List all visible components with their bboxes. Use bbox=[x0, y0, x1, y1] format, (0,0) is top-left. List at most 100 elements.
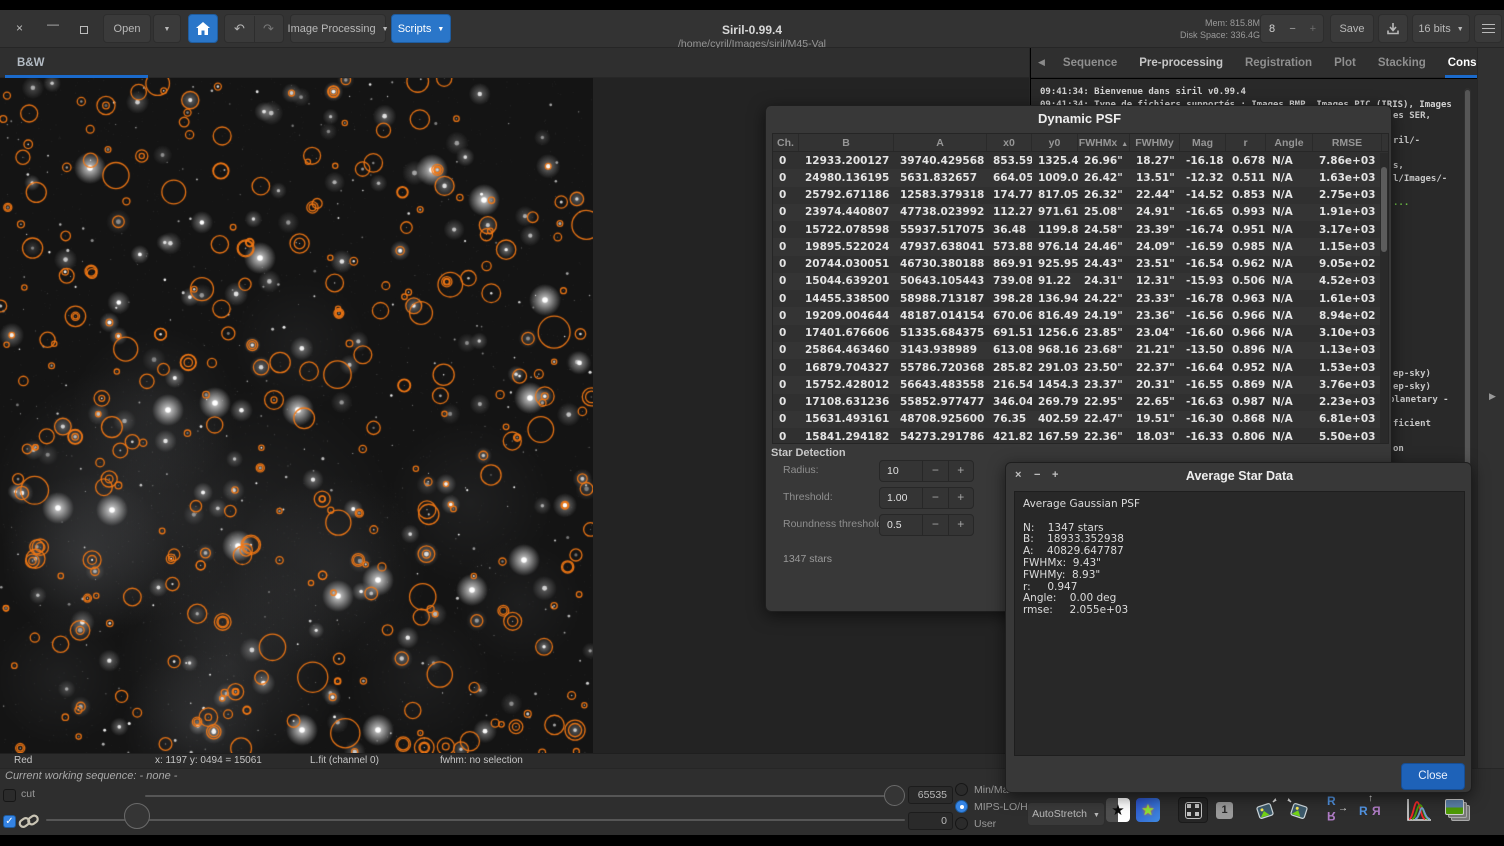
radio-circle[interactable] bbox=[955, 783, 968, 796]
image-list-button[interactable] bbox=[1445, 794, 1471, 826]
negative-view-button[interactable]: ★ bbox=[1106, 794, 1130, 826]
psf-cell: -16.56 bbox=[1186, 309, 1224, 322]
spin-button-roundness-threshold-[interactable]: 0.5− + bbox=[879, 514, 974, 536]
lo-value-input[interactable]: 0 bbox=[908, 812, 953, 830]
psf-table-row[interactable]: 0 15752.428012 56643.483558 216.54 1454.35 23… bbox=[773, 376, 1388, 394]
minus-icon[interactable]: − bbox=[922, 515, 947, 535]
psf-table-row[interactable]: 0 15841.294182 54273.291786 421.82 167.59 22.… bbox=[773, 428, 1388, 443]
psf-table-row[interactable]: 0 14455.338500 58988.713187 398.28 136.94 24.… bbox=[773, 290, 1388, 308]
psf-table-row[interactable]: 0 23974.440807 47738.023992 112.27 971.61 25.… bbox=[773, 203, 1388, 221]
cut-checkbox[interactable] bbox=[3, 789, 16, 802]
false-color-button[interactable]: ★ bbox=[1136, 794, 1160, 826]
radio-mips-lo-hi[interactable]: MIPS-LO/HI bbox=[955, 800, 1031, 813]
window-minimize-icon[interactable]: — bbox=[47, 17, 59, 31]
grid-view-button[interactable] bbox=[1178, 794, 1208, 826]
psf-column-header[interactable]: x0 bbox=[987, 134, 1032, 151]
scrollbar-thumb[interactable] bbox=[1381, 167, 1387, 252]
psf-column-header[interactable]: B bbox=[799, 134, 894, 151]
starfield-canvas[interactable] bbox=[0, 78, 593, 753]
psf-column-header[interactable]: Mag bbox=[1180, 134, 1226, 151]
close-button[interactable]: Close bbox=[1401, 763, 1465, 790]
radio-circle[interactable] bbox=[955, 817, 968, 830]
psf-column-header[interactable]: A bbox=[894, 134, 987, 151]
undo-icon[interactable]: ↶ bbox=[225, 21, 254, 37]
menu-button[interactable] bbox=[1474, 14, 1502, 43]
histogram-button[interactable] bbox=[1405, 794, 1433, 826]
psf-table-row[interactable]: 0 17108.631236 55852.977477 346.04 269.79 22.… bbox=[773, 393, 1388, 411]
tab-registration[interactable]: Registration bbox=[1234, 48, 1323, 78]
spin-value[interactable]: 10 bbox=[880, 461, 922, 481]
save-button[interactable]: Save bbox=[1330, 14, 1374, 43]
plus-icon[interactable]: + bbox=[947, 488, 973, 508]
psf-cell: 167.59 bbox=[1038, 430, 1078, 443]
rotate-left-button[interactable] bbox=[1251, 794, 1279, 826]
hi-value-input[interactable]: 65535 bbox=[908, 786, 953, 804]
plus-icon[interactable]: + bbox=[947, 461, 973, 481]
hi-slider[interactable] bbox=[145, 795, 885, 797]
psf-table-row[interactable]: 0 19895.522024 47937.638041 573.88 976.14 24.… bbox=[773, 238, 1388, 256]
psf-column-header[interactable]: r bbox=[1226, 134, 1266, 151]
frames-spinner[interactable]: 8 − + bbox=[1260, 14, 1324, 43]
pane-expand-icon[interactable]: ▶ bbox=[1489, 391, 1496, 402]
spin-button-threshold-[interactable]: 1.00− + bbox=[879, 487, 974, 509]
psf-table-row[interactable]: 0 25864.463460 3143.938989 613.08 968.16 23.6… bbox=[773, 341, 1388, 359]
minus-icon[interactable]: − bbox=[922, 461, 947, 481]
psf-column-header[interactable]: Ch. bbox=[773, 134, 799, 151]
bit-depth-button[interactable]: 16 bits ▼ bbox=[1412, 14, 1470, 43]
open-button[interactable]: Open bbox=[103, 14, 151, 43]
psf-table-row[interactable]: 0 16879.704327 55786.720368 285.82 291.03 23.… bbox=[773, 359, 1388, 377]
psf-table-scrollbar[interactable] bbox=[1380, 153, 1388, 443]
lo-slider[interactable] bbox=[46, 819, 905, 821]
save-as-button[interactable] bbox=[1378, 14, 1408, 43]
tab-pre-processing[interactable]: Pre-processing bbox=[1128, 48, 1234, 78]
scripts-button[interactable]: Scripts ▼ bbox=[391, 14, 451, 43]
psf-column-header[interactable]: FWHMx ▲ bbox=[1078, 134, 1130, 151]
redo-icon[interactable]: ↷ bbox=[254, 21, 283, 37]
single-frame-button[interactable]: 1 bbox=[1216, 794, 1233, 826]
psf-cell: 16879.704327 bbox=[805, 361, 890, 374]
radio-user[interactable]: User bbox=[955, 817, 996, 830]
autostretch-button[interactable]: AutoStretch ▼ bbox=[1027, 802, 1105, 826]
minus-icon[interactable]: − bbox=[922, 488, 947, 508]
tab-sequence[interactable]: Sequence bbox=[1052, 48, 1128, 78]
psf-table-row[interactable]: 0 20744.030051 46730.380188 869.91 925.95 24.… bbox=[773, 255, 1388, 273]
minus-icon[interactable]: − bbox=[1283, 23, 1303, 35]
plus-icon[interactable]: + bbox=[947, 515, 973, 535]
plus-icon[interactable]: + bbox=[1303, 23, 1323, 35]
psf-table-row[interactable]: 0 24980.136195 5631.832657 664.05 1009.05 26.… bbox=[773, 169, 1388, 187]
window-maximize-icon[interactable] bbox=[80, 26, 88, 34]
psf-table-row[interactable]: 0 25792.671186 12583.379318 174.77 817.05 26.… bbox=[773, 186, 1388, 204]
psf-table: Ch. B Ax0 y0 FWHMx ▲ FWHMy Mag r Angle RMSE 0 12933… bbox=[772, 133, 1389, 444]
home-button[interactable] bbox=[188, 14, 218, 43]
tab-plot[interactable]: Plot bbox=[1323, 48, 1367, 78]
open-dropdown-button[interactable]: ▼ bbox=[153, 14, 181, 43]
hi-slider-handle[interactable] bbox=[884, 785, 905, 806]
psf-cell: 15841.294182 bbox=[805, 430, 890, 443]
psf-table-row[interactable]: 0 15722.078598 55937.517075 36.48 1199.82 24.… bbox=[773, 221, 1388, 239]
tab-stacking[interactable]: Stacking bbox=[1367, 48, 1437, 78]
image-processing-button[interactable]: Image Processing ▼ bbox=[288, 14, 389, 43]
tab-bw[interactable]: B&W bbox=[0, 48, 150, 78]
lo-slider-handle[interactable] bbox=[124, 803, 150, 829]
spin-value[interactable]: 0.5 bbox=[880, 515, 922, 535]
mirror-y-button[interactable]: R R → bbox=[1325, 794, 1351, 826]
window-close-icon[interactable]: × bbox=[16, 21, 23, 35]
rotate-right-button[interactable] bbox=[1285, 794, 1313, 826]
psf-table-row[interactable]: 0 19209.004644 48187.014154 670.06 816.49 24.… bbox=[773, 307, 1388, 325]
link-icon[interactable] bbox=[18, 810, 40, 837]
spin-value[interactable]: 1.00 bbox=[880, 488, 922, 508]
psf-column-header[interactable]: FWHMy bbox=[1130, 134, 1180, 151]
psf-table-row[interactable]: 0 17401.676606 51335.684375 691.51 1256.61 23… bbox=[773, 324, 1388, 342]
linked-checkbox[interactable]: ✓ bbox=[3, 815, 16, 828]
image-tabbar bbox=[0, 48, 1030, 78]
mirror-x-button[interactable]: R R ↑ bbox=[1359, 793, 1385, 826]
psf-table-row[interactable]: 0 12933.200127 39740.429568 853.59 1325.41 26… bbox=[773, 152, 1388, 170]
psf-column-header[interactable]: Angle bbox=[1266, 134, 1313, 151]
psf-column-header[interactable]: RMSE bbox=[1313, 134, 1382, 151]
radio-circle[interactable] bbox=[955, 800, 968, 813]
spin-button-radius-[interactable]: 10− + bbox=[879, 460, 974, 482]
psf-table-row[interactable]: 0 15044.639201 50643.105443 739.08 91.22 24.3… bbox=[773, 272, 1388, 290]
psf-column-header[interactable]: y0 bbox=[1032, 134, 1078, 151]
psf-table-row[interactable]: 0 15631.493161 48708.925600 76.35 402.59 22.4… bbox=[773, 410, 1388, 428]
tabs-scroll-left-icon[interactable]: ◀ bbox=[1031, 57, 1052, 68]
